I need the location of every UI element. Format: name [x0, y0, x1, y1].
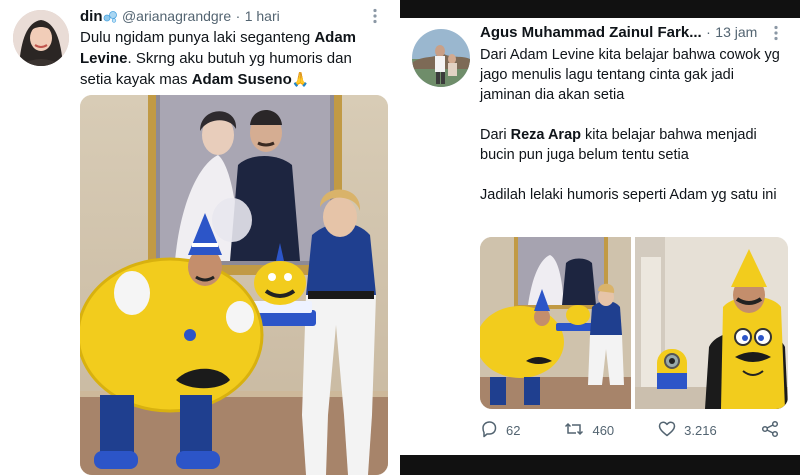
paragraph-2: Dari Reza Arap kita belajar bahwa menjad…: [480, 125, 785, 165]
right-photo-2[interactable]: [635, 237, 788, 409]
like-button[interactable]: 3.216: [658, 420, 717, 441]
reply-button[interactable]: 62: [480, 420, 520, 441]
retweet-icon: [564, 420, 592, 441]
text-run: Dulu ngidam punya laki seganteng: [80, 29, 315, 46]
left-avatar[interactable]: [13, 10, 69, 66]
paragraph-3: Jadilah lelaki humoris seperti Adam yg s…: [480, 187, 777, 203]
reply-count: 62: [506, 423, 521, 438]
mention-adam-suseno[interactable]: Adam Suseno: [192, 71, 292, 88]
header-separator: ·: [235, 8, 241, 24]
bottom-bar: [400, 455, 800, 475]
heart-icon: [658, 420, 684, 441]
text-run: Dari: [480, 127, 511, 143]
left-handle[interactable]: @arianagrandgre: [122, 8, 231, 24]
more-dots-icon[interactable]: [773, 25, 779, 41]
left-display-name[interactable]: din: [80, 8, 103, 25]
right-time[interactable]: 13 jam: [715, 24, 757, 40]
left-tweet-header: din @arianagrandgre · 1 hari: [80, 8, 280, 26]
left-tweet-photo[interactable]: [80, 95, 388, 475]
retweet-button[interactable]: 460: [564, 420, 614, 441]
right-display-name[interactable]: Agus Muhammad Zainul Fark...: [480, 24, 702, 41]
right-photo-1[interactable]: [480, 237, 631, 409]
left-tweet-text: Dulu ngidam punya laki seganteng Adam Le…: [80, 27, 380, 90]
paragraph-1: Dari Adam Levine kita belajar bahwa cowo…: [480, 47, 780, 103]
header-separator: ·: [706, 24, 711, 40]
right-tweet: Agus Muhammad Zainul Fark... · 13 jam Da…: [400, 0, 800, 475]
praying-hands-emoji: 🙏: [291, 71, 310, 87]
share-button[interactable]: [761, 420, 787, 441]
left-tweet: din @arianagrandgre · 1 hari Dulu ngidam…: [0, 0, 395, 475]
mention-reza-arap[interactable]: Reza Arap: [511, 127, 581, 143]
right-tweet-header: Agus Muhammad Zainul Fark... · 13 jam: [480, 24, 757, 42]
like-count: 3.216: [684, 423, 717, 438]
share-icon: [761, 420, 787, 441]
bubbles-badge-icon: [103, 10, 118, 23]
right-avatar[interactable]: [412, 29, 470, 87]
top-bar: [400, 0, 800, 18]
more-dots-icon[interactable]: [372, 8, 378, 24]
right-tweet-text: Dari Adam Levine kita belajar bahwa cowo…: [480, 45, 785, 205]
left-time[interactable]: 1 hari: [245, 8, 280, 24]
reply-icon: [480, 420, 506, 441]
tweet-actions: 62 460 3.216: [480, 420, 787, 441]
retweet-count: 460: [592, 423, 615, 438]
